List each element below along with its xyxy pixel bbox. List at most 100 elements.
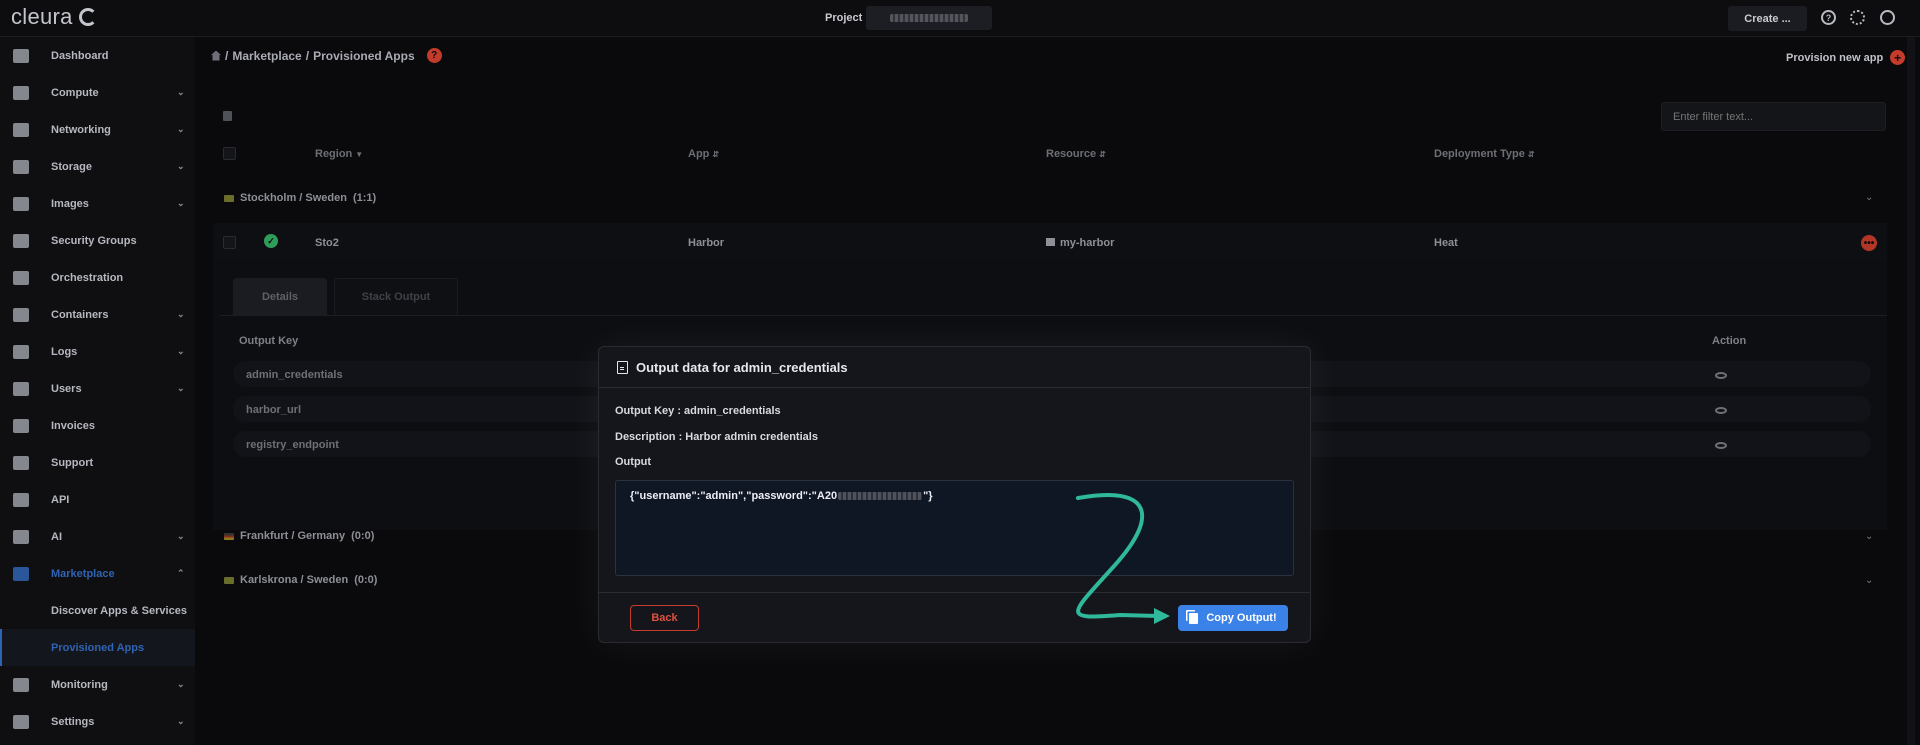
sidebar-item-label: Images: [51, 197, 89, 210]
user-icon[interactable]: [1880, 10, 1895, 25]
scrollbar[interactable]: [1907, 37, 1915, 745]
project-selector[interactable]: [866, 6, 992, 30]
sidebar-item-users[interactable]: Users ⌄: [0, 370, 195, 407]
action-header: Action: [1712, 335, 1747, 347]
group-count: (0:0): [354, 574, 378, 586]
status-ok-icon: ✓: [264, 234, 278, 248]
sidebar-item-containers[interactable]: Containers ⌄: [0, 296, 195, 333]
eye-icon[interactable]: [1715, 372, 1727, 379]
line-chart-icon: [13, 677, 29, 692]
sidebar-item-invoices[interactable]: Invoices: [0, 407, 195, 444]
chevron-down-icon: ⌄: [177, 87, 185, 97]
sidebar-item-dashboard[interactable]: Dashboard: [0, 37, 195, 74]
breadcrumb-separator: /: [305, 48, 310, 63]
column-header-region[interactable]: Region ▼: [315, 148, 363, 160]
region-group-frankfurt[interactable]: Frankfurt / Germany (0:0): [224, 530, 374, 542]
camera-icon: [13, 196, 29, 211]
eye-icon[interactable]: [1715, 442, 1727, 449]
sidebar-item-security-groups[interactable]: Security Groups: [0, 222, 195, 259]
chevron-down-icon[interactable]: ⌄: [1865, 575, 1873, 586]
column-header-deployment-type[interactable]: Deployment Type ⇵: [1434, 148, 1535, 160]
sidebar-item-label: Containers: [51, 308, 109, 321]
gear-icon[interactable]: [1850, 10, 1865, 25]
select-all-checkbox[interactable]: [223, 147, 236, 160]
cleura-logo[interactable]: cleura: [11, 4, 97, 30]
region-group-stockholm[interactable]: Stockholm / Sweden (1:1): [224, 192, 376, 204]
sidebar-item-images[interactable]: Images ⌄: [0, 185, 195, 222]
sidebar-item-label: Dashboard: [51, 49, 109, 62]
provision-new-app-button[interactable]: Provision new app +: [1786, 50, 1906, 65]
sort-icon: ⇵: [1527, 150, 1535, 159]
sidebar-item-api[interactable]: API: [0, 481, 195, 518]
sidebar-item-label: Compute: [51, 86, 99, 99]
gear-icon: [13, 714, 29, 729]
network-icon: [13, 122, 29, 137]
row-resource[interactable]: my-harbor: [1046, 237, 1114, 249]
plus-icon: +: [1890, 50, 1906, 65]
flag-sweden-icon: [224, 194, 234, 202]
chevron-down-icon: ⌄: [177, 679, 185, 689]
column-header-resource[interactable]: Resource ⇵: [1046, 148, 1106, 160]
help-icon[interactable]: ?: [426, 48, 442, 63]
breadcrumb: / Marketplace / Provisioned Apps ?: [211, 48, 442, 63]
home-icon[interactable]: [211, 50, 221, 61]
chevron-down-icon[interactable]: ⌄: [1865, 531, 1873, 542]
sidebar-item-label: Networking: [51, 123, 111, 136]
tab-details[interactable]: Details: [233, 278, 327, 315]
sidebar-item-settings[interactable]: Settings ⌄: [0, 703, 195, 740]
output-textarea[interactable]: {"username":"admin","password":"A20 "}: [615, 480, 1294, 576]
provision-new-app-label: Provision new app: [1786, 51, 1884, 64]
sidebar-item-label: Settings: [51, 715, 95, 728]
sidebar-subitem-provisioned-apps[interactable]: Provisioned Apps: [0, 629, 195, 666]
tab-divider: [220, 315, 1887, 316]
sort-icon: ⇵: [712, 150, 720, 159]
chevron-up-icon: ⌃: [177, 568, 185, 578]
create-button[interactable]: Create ...: [1728, 6, 1807, 31]
history-icon: [13, 344, 29, 359]
row-app: Harbor: [688, 237, 725, 249]
orchestration-icon: [13, 270, 29, 285]
trash-icon[interactable]: [223, 111, 232, 121]
eye-icon[interactable]: [1715, 407, 1727, 414]
filter-input[interactable]: [1661, 102, 1886, 131]
row-checkbox[interactable]: [223, 236, 236, 249]
output-key: harbor_url: [246, 404, 302, 416]
header-label: App: [688, 148, 710, 160]
chevron-down-icon: ⌄: [177, 383, 185, 393]
description-line: Description : Harbor admin credentials: [615, 431, 818, 443]
chevron-down-icon: ⌄: [177, 198, 185, 208]
sidebar-item-networking[interactable]: Networking ⌄: [0, 111, 195, 148]
column-header-app[interactable]: App ⇵: [688, 148, 719, 160]
output-key: admin_credentials: [246, 369, 343, 381]
sidebar-item-support[interactable]: Support: [0, 444, 195, 481]
row-resource-label: my-harbor: [1060, 237, 1115, 249]
chevron-down-icon[interactable]: ⌄: [1865, 192, 1873, 203]
group-label: Frankfurt / Germany: [240, 530, 346, 542]
document-icon: [617, 360, 628, 374]
tab-stack-output[interactable]: Stack Output: [334, 278, 458, 315]
shield-icon: [13, 233, 29, 248]
flag-sweden-icon: [224, 576, 234, 584]
back-button[interactable]: Back: [630, 605, 699, 631]
region-group-karlskrona[interactable]: Karlskrona / Sweden (0:0): [224, 574, 377, 586]
chevron-down-icon: ⌄: [177, 161, 185, 171]
sidebar-item-marketplace[interactable]: Marketplace ⌃: [0, 555, 195, 592]
group-count: (0:0): [351, 530, 375, 542]
more-actions-icon[interactable]: •••: [1861, 235, 1877, 251]
chevron-down-icon: ⌄: [177, 309, 185, 319]
logo-mark-icon: [78, 8, 97, 26]
sidebar-item-orchestration[interactable]: Orchestration: [0, 259, 195, 296]
sidebar-item-monitoring[interactable]: Monitoring ⌄: [0, 666, 195, 703]
help-icon[interactable]: ?: [1821, 10, 1836, 25]
chart-icon: [13, 48, 29, 63]
output-key-header: Output Key: [239, 335, 299, 347]
breadcrumb-marketplace[interactable]: Marketplace: [232, 49, 301, 63]
sidebar-item-logs[interactable]: Logs ⌄: [0, 333, 195, 370]
sidebar-subitem-discover-apps[interactable]: Discover Apps & Services: [0, 592, 195, 629]
sidebar-item-ai[interactable]: AI ⌄: [0, 518, 195, 555]
box-icon: [13, 307, 29, 322]
sidebar-item-storage[interactable]: Storage ⌄: [0, 148, 195, 185]
sidebar-item-compute[interactable]: Compute ⌄: [0, 74, 195, 111]
copy-output-button[interactable]: Copy Output!: [1178, 605, 1288, 631]
modal-footer-divider: [599, 592, 1310, 593]
